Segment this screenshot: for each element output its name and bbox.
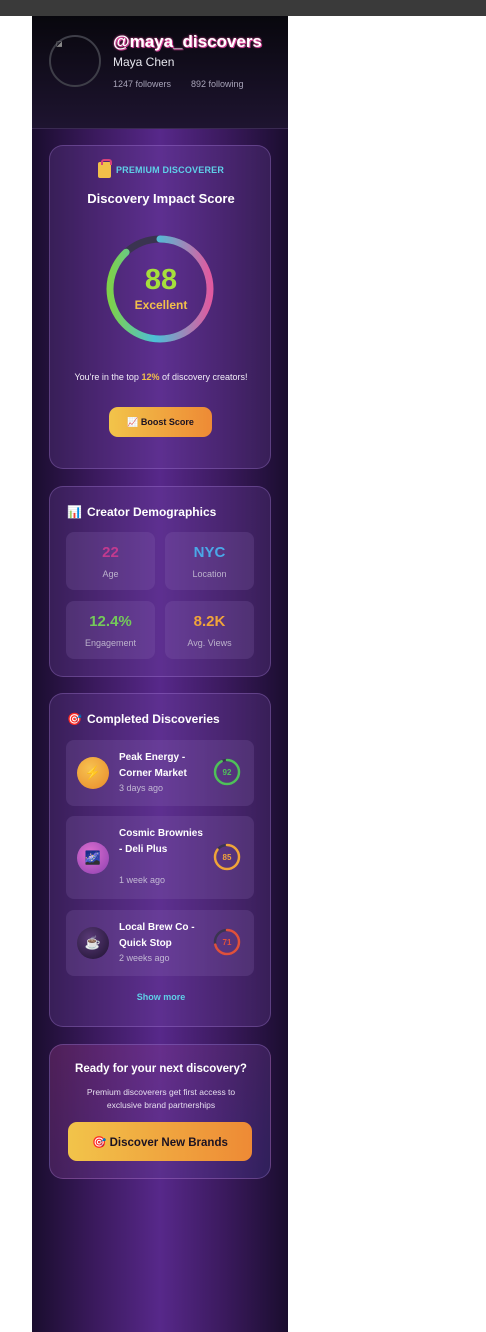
stat-age-value: 22 [102,544,119,561]
discovery-score-ring: 85 [213,843,241,871]
demographics-title-text: Creator Demographics [86,505,217,519]
stat-location: NYC Location [165,532,254,590]
discovery-score: 92 [223,768,232,777]
score-label: Excellent [134,298,188,312]
profile-screen: ◪ @maya_discovers Maya Chen 1247 followe… [32,16,288,1332]
cta-title: Ready for your next discovery? [75,1063,247,1075]
rank-text: You're in the top 12% of discovery creat… [70,371,252,384]
show-more-link[interactable]: Show more [50,992,272,1002]
discovery-name: Cosmic Brownies - Deli Plus [119,828,203,855]
discovery-score: 85 [223,853,232,862]
stat-avg-views-value: 8.2K [193,613,226,630]
discovery-time: 1 week ago [119,875,166,885]
profile-name: Maya Chen [113,55,175,69]
discovery-item[interactable]: 🌌 Cosmic Brownies - Deli Plus 1 week ago… [66,816,254,899]
discoveries-title-text: Completed Discoveries [86,712,220,726]
stat-engagement-label: Engagement [84,638,137,648]
discovery-name: Local Brew Co - Quick Stop [119,922,195,949]
stat-avg-views: 8.2K Avg. Views [165,601,254,659]
next-discovery-cta: Ready for your next discovery? Premium d… [49,1044,271,1179]
boost-score-button[interactable]: 📈 Boost Score [109,407,212,437]
stat-location-label: Location [192,569,227,579]
completed-discoveries-card: 🎯 Completed Discoveries ⚡ Peak Energy - C… [49,693,271,1027]
stat-engagement-value: 12.4% [89,613,132,630]
discovery-item[interactable]: ⚡ Peak Energy - Corner Market 3 days ago… [66,740,254,806]
discoveries-title: 🎯 Completed Discoveries [67,712,220,726]
followers-count[interactable]: 1247 followers [113,79,171,89]
galaxy-icon: 🌌 [77,842,109,874]
profile-header: ◪ @maya_discovers Maya Chen 1247 followe… [32,16,288,129]
premium-badge: PREMIUM DISCOVERER [50,159,272,178]
following-count[interactable]: 892 following [191,79,244,89]
discover-new-brands-button[interactable]: 🎯 Discover New Brands [68,1122,252,1161]
stat-age: 22 Age [66,532,155,590]
profile-handle: @maya_discovers [113,32,262,51]
stat-avg-views-label: Avg. Views [187,638,232,648]
discovery-item[interactable]: ☕ Local Brew Co - Quick Stop 2 weeks ago… [66,910,254,976]
premium-badge-label: PREMIUM DISCOVERER [115,165,225,175]
discovery-score-ring: 71 [213,928,241,956]
rank-value: 12% [141,372,160,382]
impact-score-title: Discovery Impact Score [87,191,235,206]
chart-icon: 📊 [67,505,82,519]
shopping-bag-icon [97,159,112,178]
discovery-time: 2 weeks ago [119,953,170,963]
browser-top-bar [0,0,486,16]
stat-location-value: NYC [193,544,226,561]
target-icon: 🎯 [67,712,82,726]
lightning-icon: ⚡ [77,757,109,789]
demographics-title: 📊 Creator Demographics [67,505,216,519]
stat-age-label: Age [102,569,119,579]
rank-prefix: You're in the top [74,372,142,382]
broken-image-icon: ◪ [56,41,63,48]
impact-score-card: PREMIUM DISCOVERER Discovery Impact Scor… [49,145,271,469]
cta-subtitle: Premium discoverers get first access to … [86,1087,236,1110]
demographics-card: 📊 Creator Demographics 22 Age NYC Locatio… [49,486,271,677]
rank-suffix: of discovery creators! [159,372,248,382]
stat-engagement: 12.4% Engagement [66,601,155,659]
score-value: 88 [144,264,178,296]
discovery-name: Peak Energy - Corner Market [119,752,187,779]
discovery-score: 71 [223,938,232,947]
coffee-icon: ☕ [77,927,109,959]
discovery-time: 3 days ago [119,783,164,793]
discovery-score-ring: 92 [213,758,241,786]
